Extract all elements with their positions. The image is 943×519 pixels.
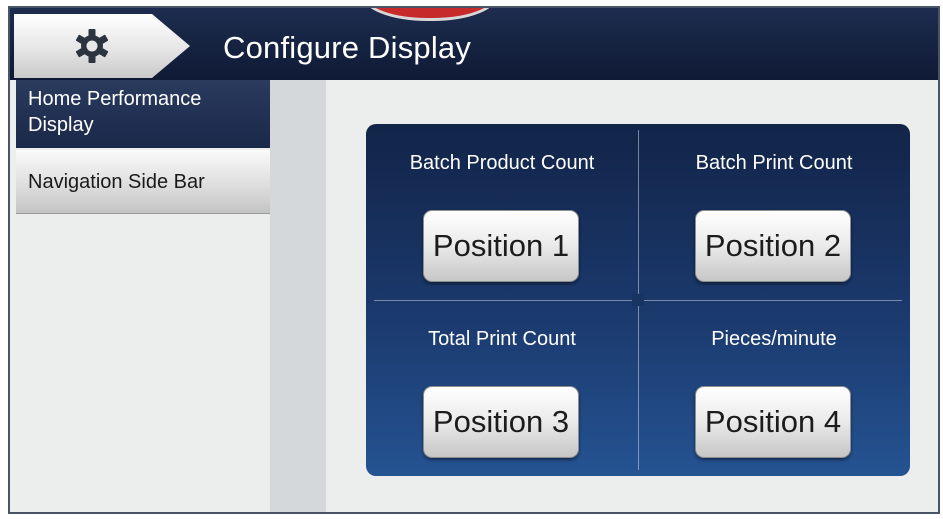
app-window: Configure Display Home Performance Displ… bbox=[8, 6, 940, 514]
page-title: Configure Display bbox=[223, 30, 472, 65]
gear-icon bbox=[75, 29, 109, 63]
sidebar: Home Performance Display Navigation Side… bbox=[16, 80, 270, 512]
position-cell-1: Batch Product Count Position 1 bbox=[366, 124, 638, 300]
position-3-button[interactable]: Position 3 bbox=[423, 386, 579, 458]
position-cell-3: Total Print Count Position 3 bbox=[366, 300, 638, 476]
header-bar: Configure Display bbox=[10, 8, 938, 80]
scroll-gutter bbox=[270, 80, 326, 512]
position-cell-4: Pieces/minute Position 4 bbox=[638, 300, 910, 476]
sidebar-item-home-performance-display[interactable]: Home Performance Display bbox=[16, 80, 270, 148]
position-label: Batch Print Count bbox=[695, 152, 853, 174]
position-label: Pieces/minute bbox=[711, 328, 837, 350]
position-label: Total Print Count bbox=[428, 328, 576, 350]
sidebar-item-navigation-side-bar[interactable]: Navigation Side Bar bbox=[16, 150, 270, 214]
status-badge bbox=[362, 8, 498, 21]
position-cell-2: Batch Print Count Position 2 bbox=[638, 124, 910, 300]
position-2-button[interactable]: Position 2 bbox=[695, 210, 851, 282]
position-1-button[interactable]: Position 1 bbox=[423, 210, 579, 282]
position-panel: Batch Product Count Position 1 Batch Pri… bbox=[366, 124, 910, 476]
settings-home-button[interactable] bbox=[14, 14, 190, 78]
position-label: Batch Product Count bbox=[409, 152, 595, 174]
position-4-button[interactable]: Position 4 bbox=[695, 386, 851, 458]
